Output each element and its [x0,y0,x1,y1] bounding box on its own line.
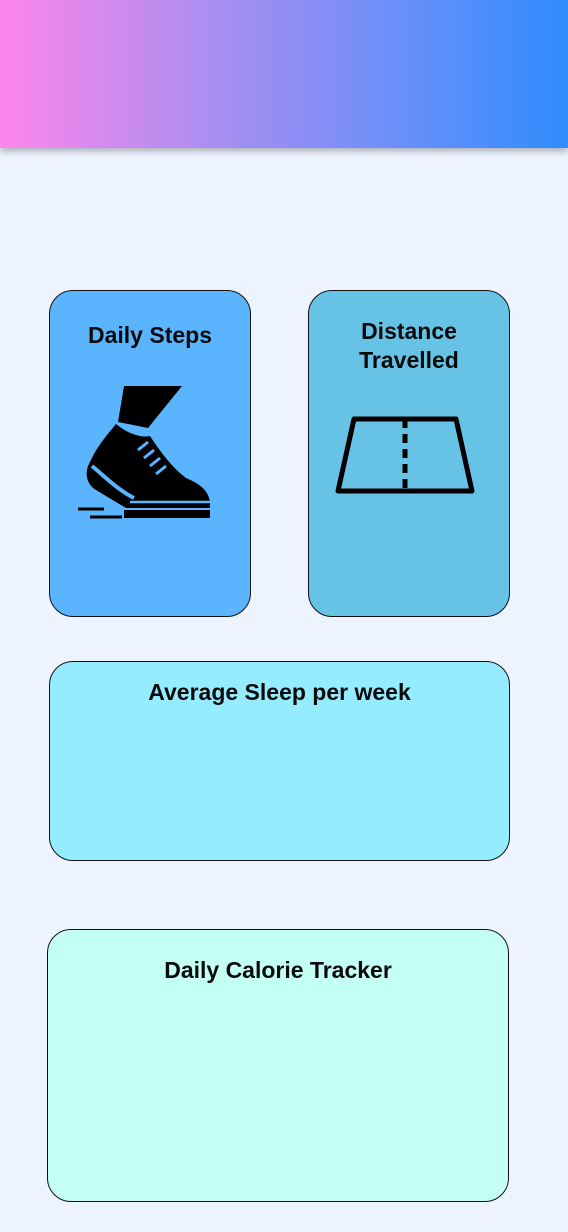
average-sleep-title: Average Sleep per week [148,679,411,705]
distance-travelled-card[interactable]: Distance Travelled [308,290,510,617]
daily-steps-card[interactable]: Daily Steps [49,290,251,617]
shoe-icon [78,386,210,519]
distance-travelled-title: Distance Travelled [359,318,459,373]
calorie-tracker-card[interactable]: Daily Calorie Tracker [47,929,509,1202]
daily-steps-title: Daily Steps [88,322,212,348]
road-icon [335,416,475,494]
header-banner [0,0,568,148]
average-sleep-card[interactable]: Average Sleep per week [49,661,510,861]
calorie-tracker-title: Daily Calorie Tracker [164,957,392,983]
